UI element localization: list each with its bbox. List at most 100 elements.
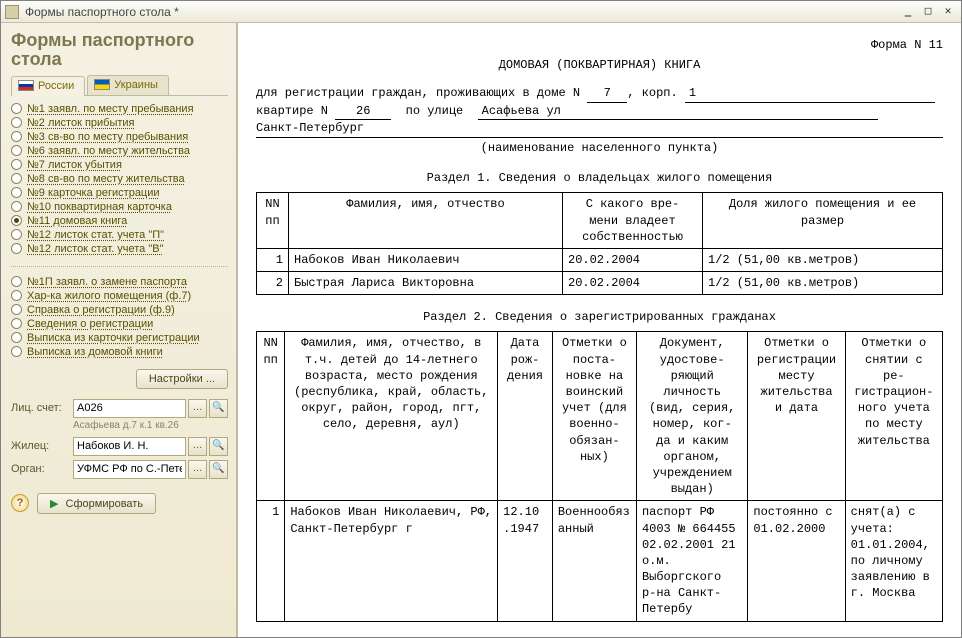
form-link[interactable]: Сведения о регистрации: [27, 318, 153, 330]
residents-table: NN пп Фамилия, имя, отчество, в т.ч. дет…: [256, 331, 943, 621]
country-tabs: России Украины: [11, 75, 228, 96]
form-link[interactable]: №9 карточка регистрации: [27, 187, 160, 199]
account-label: Лиц. счет:: [11, 402, 73, 414]
form-link[interactable]: №2 листок прибытия: [27, 117, 135, 129]
window-title: Формы паспортного стола *: [25, 5, 897, 19]
form-radio[interactable]: №1П заявл. о замене паспорта: [11, 275, 228, 289]
radio-icon: [11, 201, 22, 212]
form-radio[interactable]: №10 поквартирная карточка: [11, 200, 228, 214]
forms-group-1: №1 заявл. по месту пребывания №2 листок п…: [11, 102, 228, 256]
form-link[interactable]: №11 домовая книга: [27, 215, 127, 227]
organ-search-button[interactable]: 🔍: [209, 460, 228, 479]
form-link[interactable]: Выписка из карточки регистрации: [27, 332, 200, 344]
maximize-button[interactable]: □: [919, 4, 937, 20]
resident-label: Жилец:: [11, 440, 73, 452]
form-radio[interactable]: №12 листок стат. учета "В": [11, 242, 228, 256]
doc-title: ДОМОВАЯ (ПОКВАРТИРНАЯ) КНИГА: [256, 57, 943, 73]
form-link[interactable]: №1П заявл. о замене паспорта: [27, 276, 187, 288]
form-link[interactable]: №8 св-во по месту жительства: [27, 173, 185, 185]
form-link[interactable]: №7 листок убытия: [27, 159, 122, 171]
form-link[interactable]: Выписка из домовой книги: [27, 346, 163, 358]
radio-icon: [11, 215, 22, 226]
sidebar: Формы паспортного стола России Украины №…: [1, 23, 237, 637]
form-radio[interactable]: №9 карточка регистрации: [11, 186, 228, 200]
forms-group-2: №1П заявл. о замене паспорта Хар-ка жилог…: [11, 275, 228, 359]
form-radio[interactable]: №11 домовая книга: [11, 214, 228, 228]
radio-icon: [11, 117, 22, 128]
city-line: Санкт-Петербург: [256, 120, 943, 138]
tab-ukraine[interactable]: Украины: [87, 75, 169, 95]
radio-icon: [11, 173, 22, 184]
tab-russia[interactable]: России: [11, 76, 85, 96]
form-link[interactable]: №12 листок стат. учета "П": [27, 229, 164, 241]
organ-browse-button[interactable]: …: [188, 460, 207, 479]
organ-label: Орган:: [11, 463, 73, 475]
res-col-mil: Отметки о поста- новке на воинский учет …: [552, 332, 636, 501]
res-col-reg: Отметки о регистрации месту жительства и…: [748, 332, 845, 501]
account-input[interactable]: [73, 399, 186, 418]
close-button[interactable]: ✕: [939, 4, 957, 20]
form-link[interactable]: №6 заявл. по месту жительства: [27, 145, 190, 157]
radio-icon: [11, 318, 22, 329]
resident-input[interactable]: [73, 437, 186, 456]
radio-icon: [11, 332, 22, 343]
form-radio[interactable]: №7 листок убытия: [11, 158, 228, 172]
resident-browse-button[interactable]: …: [188, 437, 207, 456]
form-radio[interactable]: №6 заявл. по месту жительства: [11, 144, 228, 158]
address-line-1: для регистрации граждан, проживающих в д…: [256, 85, 943, 102]
res-col-fio: Фамилия, имя, отчество, в т.ч. детей до …: [285, 332, 498, 501]
flag-ua-icon: [94, 79, 110, 90]
owners-col-nn: NN пп: [257, 193, 289, 249]
form-link[interactable]: №3 св-во по месту пребывания: [27, 131, 188, 143]
radio-icon: [11, 243, 22, 254]
form-radio[interactable]: Выписка из карточки регистрации: [11, 331, 228, 345]
form-link[interactable]: №12 листок стат. учета "В": [27, 243, 164, 255]
help-icon[interactable]: ?: [11, 494, 29, 512]
res-col-dob: Дата рож- дения: [498, 332, 553, 501]
tab-russia-label: России: [38, 80, 74, 92]
address-line-2: квартире N 26 по улице Асафьева ул: [256, 103, 943, 120]
form-link[interactable]: Справка о регистрации (ф.9): [27, 304, 175, 316]
account-browse-button[interactable]: …: [188, 399, 207, 418]
radio-icon: [11, 290, 22, 301]
generate-button[interactable]: ▶ Сформировать: [37, 493, 156, 514]
owners-table: NN пп Фамилия, имя, отчество С какого вр…: [256, 192, 943, 295]
form-radio[interactable]: Сведения о регистрации: [11, 317, 228, 331]
form-radio[interactable]: Справка о регистрации (ф.9): [11, 303, 228, 317]
settings-button[interactable]: Настройки ...: [136, 369, 228, 389]
form-link[interactable]: №1 заявл. по месту пребывания: [27, 103, 194, 115]
table-row: 1Набоков Иван Николаевич, РФ, Санкт-Пете…: [257, 501, 943, 621]
res-col-nn: NN пп: [257, 332, 285, 501]
minimize-button[interactable]: _: [899, 4, 917, 20]
radio-icon: [11, 103, 22, 114]
title-bar: Формы паспортного стола * _ □ ✕: [1, 1, 961, 23]
form-link[interactable]: Хар-ка жилого помещения (ф.7): [27, 290, 191, 302]
account-address-hint: Асафьева д.7 к.1 кв.26: [73, 420, 228, 431]
account-search-button[interactable]: 🔍: [209, 399, 228, 418]
form-radio[interactable]: №12 листок стат. учета "П": [11, 228, 228, 242]
form-radio[interactable]: Хар-ка жилого помещения (ф.7): [11, 289, 228, 303]
form-radio[interactable]: Выписка из домовой книги: [11, 345, 228, 359]
radio-icon: [11, 346, 22, 357]
organ-input[interactable]: [73, 460, 186, 479]
form-number: Форма N 11: [256, 37, 943, 53]
flag-ru-icon: [18, 80, 34, 91]
play-icon: ▶: [50, 498, 58, 510]
radio-icon: [11, 187, 22, 198]
sidebar-heading: Формы паспортного стола: [11, 31, 228, 69]
form-link[interactable]: №10 поквартирная карточка: [27, 201, 172, 213]
form-radio[interactable]: №1 заявл. по месту пребывания: [11, 102, 228, 116]
res-col-doc: Документ, удостове- ряющий личность (вид…: [636, 332, 747, 501]
radio-icon: [11, 276, 22, 287]
resident-search-button[interactable]: 🔍: [209, 437, 228, 456]
form-radio[interactable]: №3 св-во по месту пребывания: [11, 130, 228, 144]
radio-icon: [11, 145, 22, 156]
owners-col-share: Доля жилого помещения и ее размер: [703, 193, 943, 249]
radio-icon: [11, 159, 22, 170]
section-1-title: Раздел 1. Сведения о владельцах жилого п…: [256, 170, 943, 186]
tab-ukraine-label: Украины: [114, 79, 158, 91]
app-icon: [5, 5, 19, 19]
form-radio[interactable]: №2 листок прибытия: [11, 116, 228, 130]
form-radio[interactable]: №8 св-во по месту жительства: [11, 172, 228, 186]
document-pane[interactable]: Форма N 11 ДОМОВАЯ (ПОКВАРТИРНАЯ) КНИГА …: [237, 23, 961, 637]
